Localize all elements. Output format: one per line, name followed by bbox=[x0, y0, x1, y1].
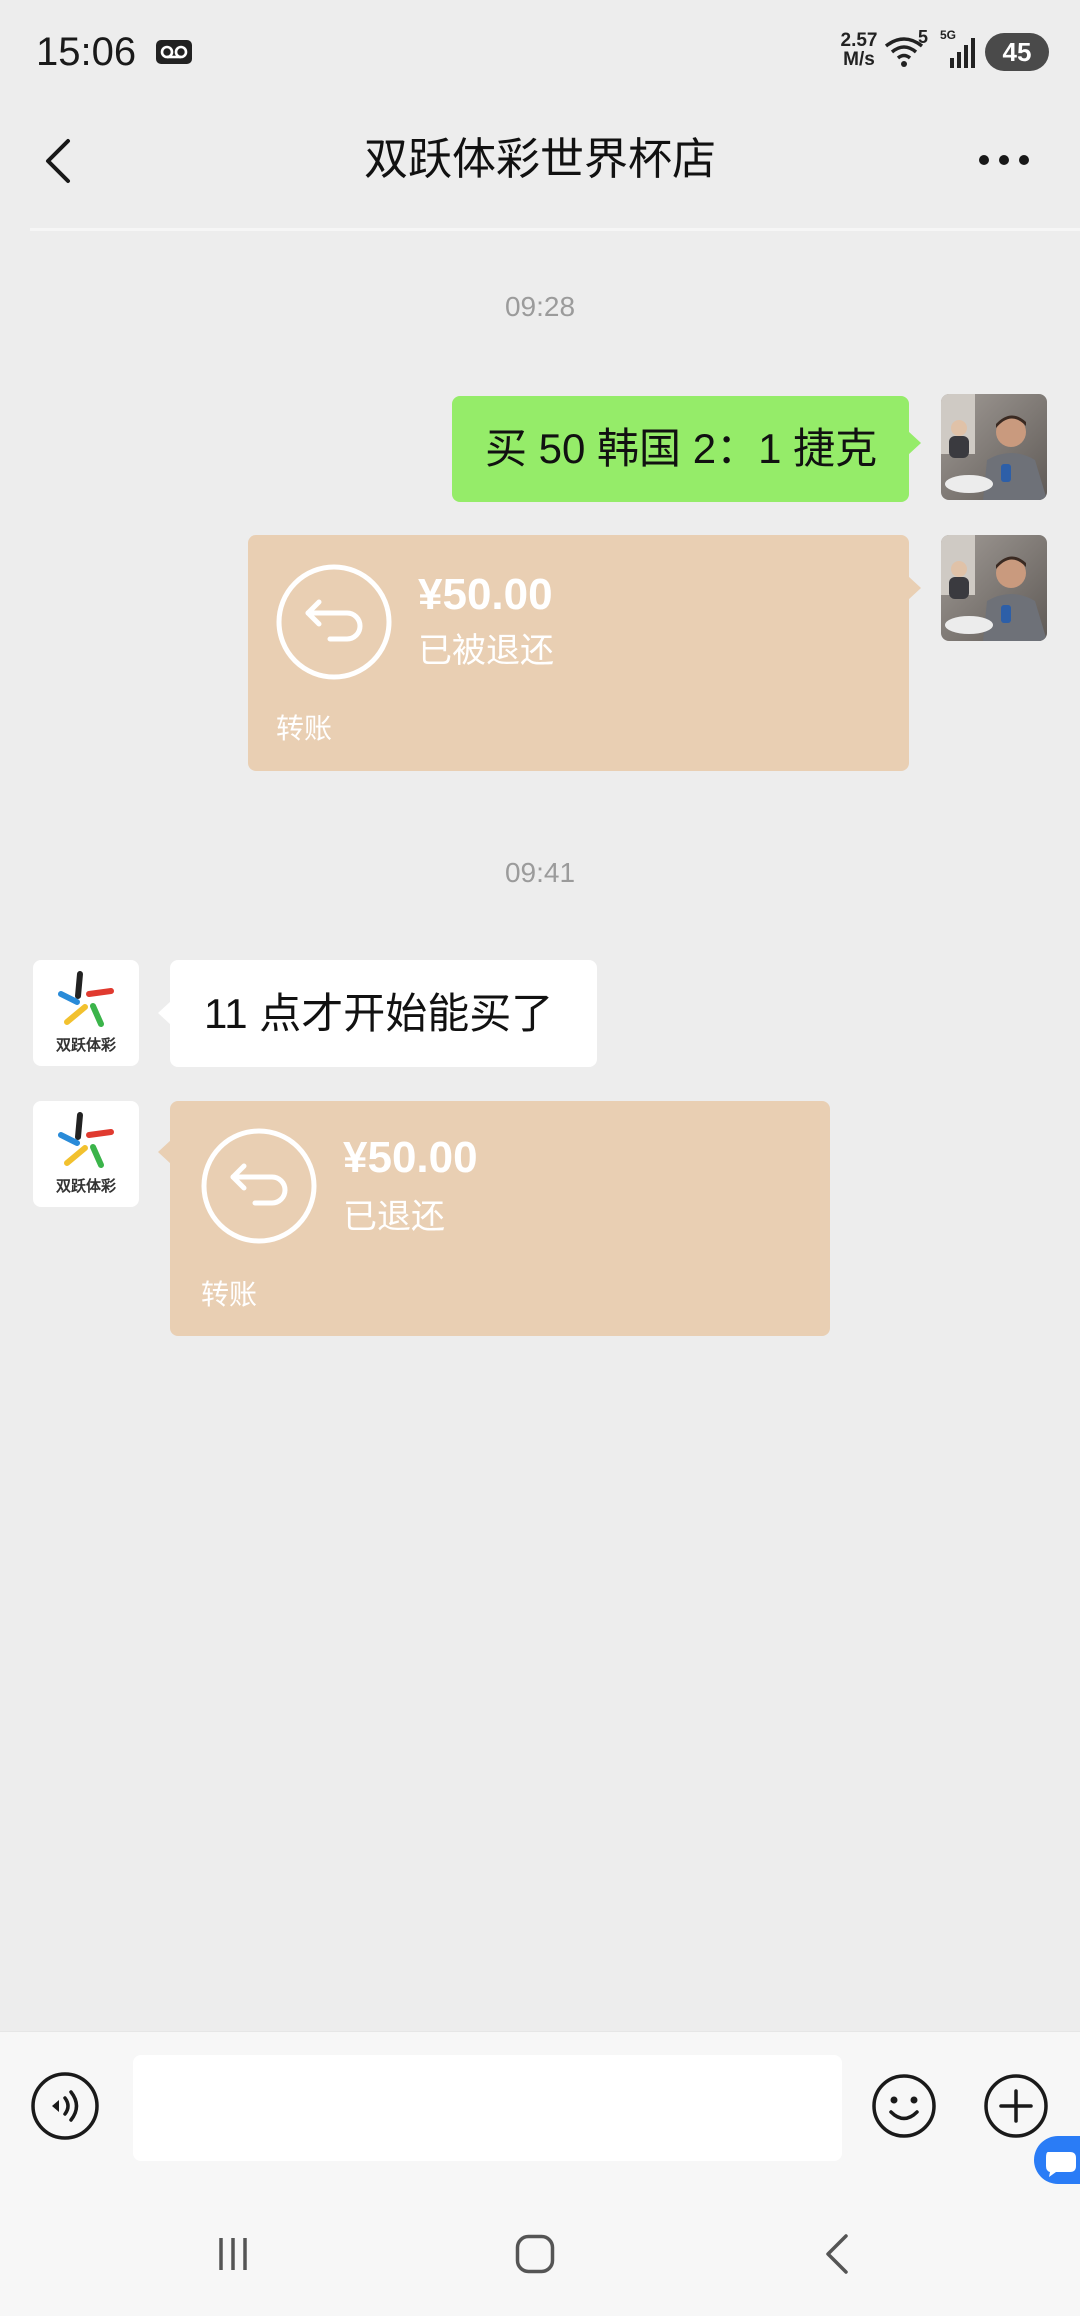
user-avatar[interactable] bbox=[941, 394, 1047, 500]
voice-icon bbox=[31, 2072, 99, 2140]
transfer-label: 转账 bbox=[201, 1279, 258, 1310]
sent-transfer-card[interactable]: ¥50.00 已被退还 转账 bbox=[248, 535, 921, 771]
battery-icon: 45 bbox=[985, 33, 1049, 71]
emoji-button[interactable] bbox=[871, 2073, 937, 2139]
floating-chat-icon bbox=[1046, 2152, 1076, 2177]
user-photo-avatar bbox=[941, 535, 1047, 641]
home-icon bbox=[515, 2234, 555, 2274]
network-speed-value: 2.57 bbox=[840, 30, 878, 51]
status-bar: 15:06 2.57 M/s 5 5G 45 bbox=[0, 0, 1080, 90]
refund-arrow-icon bbox=[200, 1127, 318, 1245]
plus-button[interactable] bbox=[983, 2073, 1049, 2139]
bottom-bar bbox=[0, 2031, 1080, 2316]
plus-icon bbox=[984, 2074, 1048, 2138]
chat-title: 双跃体彩世界杯店 bbox=[364, 135, 716, 184]
voicemail-icon bbox=[156, 40, 192, 64]
nav-home-button[interactable] bbox=[515, 2234, 555, 2274]
network-speed: 2.57 M/s bbox=[834, 31, 884, 69]
more-dots-icon bbox=[979, 155, 1029, 165]
header-divider bbox=[30, 228, 1080, 231]
more-button[interactable] bbox=[976, 150, 1032, 170]
voice-button[interactable] bbox=[30, 2071, 100, 2141]
transfer-status: 已退还 bbox=[343, 1198, 445, 1236]
message-timestamp: 09:28 bbox=[504, 291, 576, 322]
nav-back-button[interactable] bbox=[824, 2232, 850, 2276]
received-transfer-card[interactable]: ¥50.00 已退还 转账 bbox=[158, 1101, 830, 1336]
contact-avatar[interactable]: 双跃体彩 bbox=[33, 960, 139, 1066]
status-time: 15:06 bbox=[36, 30, 137, 74]
message-input[interactable] bbox=[133, 2055, 842, 2161]
chevron-left-icon bbox=[46, 139, 70, 183]
recents-icon bbox=[219, 2238, 247, 2270]
user-avatar[interactable] bbox=[941, 535, 1047, 641]
refund-arrow-icon bbox=[275, 563, 393, 681]
emoji-icon bbox=[872, 2074, 936, 2138]
logo-text: 双跃体彩 bbox=[55, 1178, 116, 1195]
floating-chat-button[interactable] bbox=[1034, 2136, 1080, 2184]
back-icon bbox=[826, 2234, 848, 2274]
wifi-badge: 5 bbox=[918, 27, 929, 47]
back-button[interactable] bbox=[42, 137, 74, 185]
contact-avatar[interactable]: 双跃体彩 bbox=[33, 1101, 139, 1207]
sent-message-text: 买 50 韩国 2：1 捷克 bbox=[485, 425, 878, 472]
transfer-status: 已被退还 bbox=[418, 632, 554, 670]
user-photo-avatar bbox=[941, 394, 1047, 500]
received-message-text: 11 点才开始能买了 bbox=[204, 990, 554, 1037]
nav-recents-button[interactable] bbox=[215, 2236, 251, 2272]
network-speed-unit: M/s bbox=[843, 49, 875, 70]
transfer-amount: ¥50.00 bbox=[418, 570, 553, 619]
signal-badge: 5G bbox=[940, 28, 957, 42]
transfer-amount: ¥50.00 bbox=[343, 1133, 478, 1182]
message-timestamp: 09:41 bbox=[504, 857, 576, 888]
sent-message-bubble[interactable]: 买 50 韩国 2：1 捷克 bbox=[452, 396, 921, 502]
transfer-label: 转账 bbox=[276, 713, 333, 744]
received-message-bubble[interactable]: 11 点才开始能买了 bbox=[158, 960, 597, 1067]
logo-text: 双跃体彩 bbox=[55, 1037, 116, 1054]
